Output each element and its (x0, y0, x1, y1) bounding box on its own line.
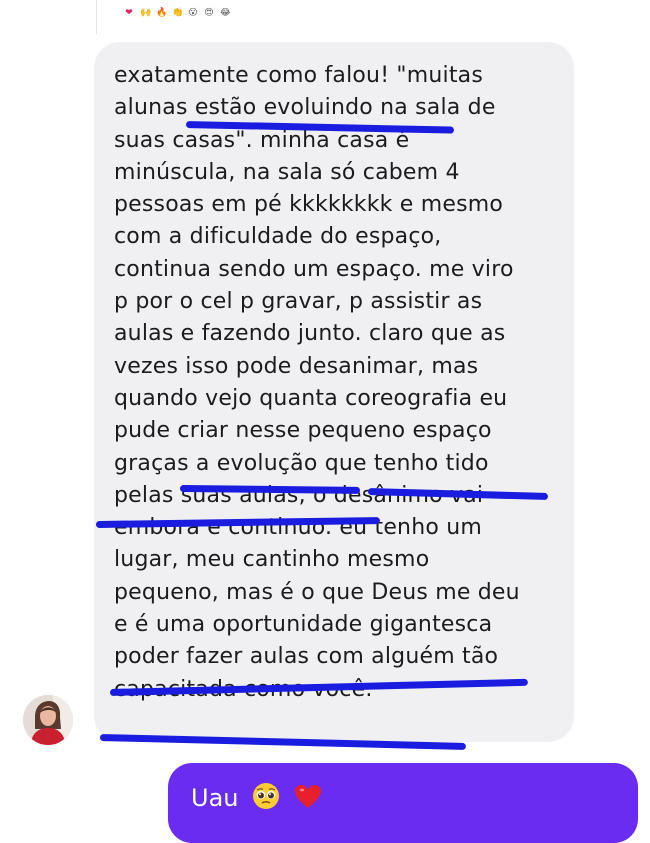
sent-message-label: Uau (191, 784, 239, 812)
reaction-raised-hands-icon[interactable]: 🙌 (140, 6, 151, 18)
message-line: pequeno, mas é o que Deus me deu (114, 579, 520, 605)
reaction-heart-icon[interactable]: ❤ (124, 6, 134, 18)
heart-icon (294, 785, 321, 808)
message-line: poder fazer aulas com alguém tão (114, 644, 499, 670)
message-line: minúscula, na sala só cabem 4 (114, 159, 460, 185)
reaction-laughing-icon[interactable]: 😂 (220, 6, 231, 18)
message-line: p por o cel p gravar, p assistir as (114, 289, 483, 315)
message-line: com a dificuldade do espaço, (114, 224, 442, 250)
sent-message-text: Uau (191, 780, 322, 816)
message-line: continua sendo um espaço. me viro (114, 256, 514, 282)
reaction-bar[interactable]: ❤ 🙌 🔥 👏 😮 😍 😂 (124, 6, 230, 18)
reaction-heart-eyes-icon[interactable]: 😍 (204, 6, 214, 18)
pleading-face-icon (253, 783, 280, 809)
message-line: graças a evolução que tenho tido (114, 450, 489, 476)
message-line: pude criar nesse pequeno espaço (114, 418, 492, 444)
message-line: alunas estão evoluindo na sala de (114, 95, 496, 121)
message-line: exatamente como falou! "muitas (114, 63, 483, 88)
message-line: pessoas em pé kkkkkkkk e mesmo (114, 192, 504, 218)
avatar-image (23, 695, 73, 745)
reaction-clap-icon[interactable]: 👏 (172, 6, 183, 18)
message-line: quando vejo quanta coreografia eu (114, 385, 508, 411)
reaction-surprised-icon[interactable]: 😮 (188, 6, 198, 18)
sender-avatar[interactable] (23, 695, 73, 745)
received-message-text: exatamente como falou! "muitas alunas es… (114, 60, 554, 706)
message-line: lugar, meu cantinho mesmo (114, 547, 430, 573)
reaction-fire-icon[interactable]: 🔥 (156, 6, 167, 18)
message-line: vezes isso pode desanimar, mas (114, 353, 479, 379)
message-line: e é uma oportunidade gigantesca (114, 612, 493, 638)
message-line: aulas e fazendo junto. claro que as (114, 321, 506, 347)
